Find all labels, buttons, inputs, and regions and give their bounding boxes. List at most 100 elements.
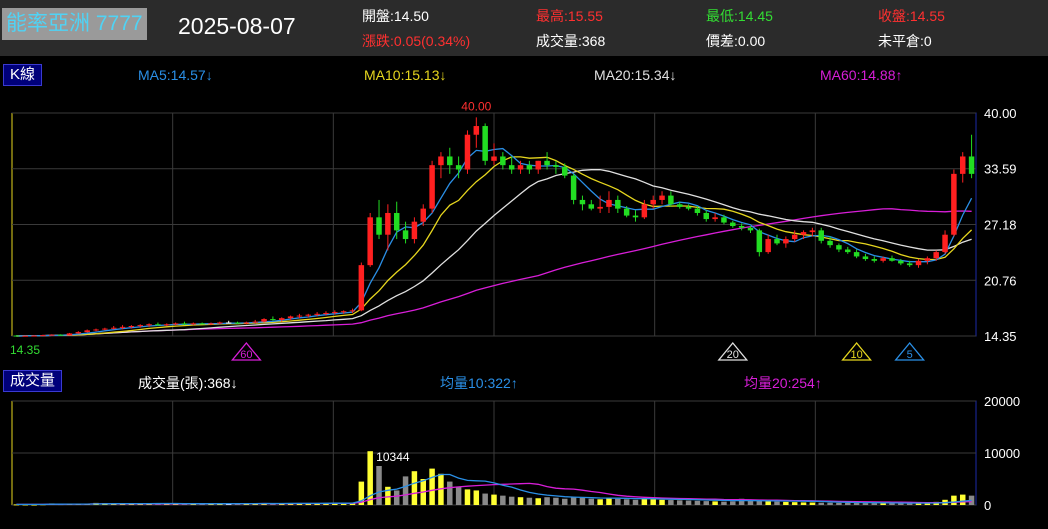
candle-body (217, 322, 223, 324)
candle-body (208, 323, 214, 325)
candle-body (765, 239, 771, 253)
volume-bar (500, 495, 506, 505)
volume-bar (783, 501, 789, 505)
candle-body (641, 204, 648, 218)
candle-body (473, 126, 480, 135)
candle-body (411, 221, 418, 240)
candle-body (668, 195, 674, 205)
candle-body (535, 160, 541, 170)
volume-bar (615, 498, 621, 505)
candle-body (783, 239, 789, 244)
candle-body (225, 322, 232, 324)
candle-body (93, 329, 99, 331)
volume-bar (447, 481, 453, 505)
volume-bar (659, 499, 665, 505)
candle-body (623, 208, 630, 216)
candle-body (880, 258, 886, 261)
volume-bar (853, 503, 860, 505)
chart-grid (11, 112, 977, 506)
stock-chart[interactable]: 40.00 33.59 27.18 20.76 14.35 20000 10000 0 60… (0, 0, 1048, 529)
candle-body (809, 230, 816, 233)
volume-bar (676, 500, 683, 505)
volume-bar (685, 500, 692, 505)
peak-volume-label: 10344 (376, 450, 410, 464)
candle-body (40, 335, 46, 337)
volume-bar (836, 502, 842, 505)
price-tick-label: 33.59 (984, 162, 1017, 177)
candle-body (508, 165, 515, 170)
candle-body (959, 156, 966, 174)
volume-bar (800, 502, 807, 505)
volume-bar (623, 499, 630, 505)
volume-bar (597, 499, 603, 505)
candle-body (898, 260, 904, 264)
candle-body (199, 323, 205, 325)
candle-body (721, 217, 727, 223)
candle-body (447, 156, 453, 166)
candle-body (862, 256, 869, 260)
ma-markers: 60 20 10 5 (230, 341, 926, 361)
candle-body (155, 324, 161, 326)
volume-bar (809, 502, 816, 505)
candle-body (906, 263, 913, 266)
candle-body (234, 322, 241, 324)
candle-body (84, 330, 90, 333)
volume-bar (402, 476, 409, 505)
volume-bar (482, 493, 488, 505)
candle-body (570, 175, 577, 200)
candle-body (172, 323, 179, 325)
candle-body (791, 234, 798, 240)
volume-bar (606, 498, 612, 505)
volume-bar (570, 497, 577, 505)
volume-bar (517, 497, 524, 505)
volume-bar (429, 468, 435, 505)
candle-body (606, 199, 612, 207)
candle-body (287, 316, 294, 319)
candle-body (597, 206, 603, 209)
candle-body (517, 165, 524, 170)
volume-bar (862, 503, 869, 505)
candle-body (500, 156, 506, 166)
candle-body (685, 206, 692, 209)
volume-bar (579, 497, 586, 505)
volume-bar (526, 497, 533, 505)
candle-body (420, 208, 426, 222)
candle-body (296, 315, 303, 317)
volume-bar (765, 501, 771, 505)
candle-body (102, 328, 108, 330)
volume-bar (393, 490, 400, 505)
candle-body (49, 334, 55, 336)
volume-bar (376, 466, 382, 505)
volume-bar (464, 489, 471, 505)
candle-body (119, 326, 126, 328)
ma10-marker-label: 10 (850, 349, 862, 361)
candle-body (951, 173, 957, 235)
volume-bar (650, 499, 656, 505)
candle-body (889, 258, 895, 261)
volume-bar (508, 496, 515, 505)
candle-body (137, 325, 143, 327)
candle-body (75, 332, 82, 334)
candle-body (915, 260, 922, 266)
candle-body (349, 310, 356, 312)
candle-body (22, 335, 29, 337)
candle-body (968, 156, 975, 174)
candle-body (146, 324, 152, 326)
volume-tick-label: 0 (984, 498, 991, 513)
candle-body (562, 166, 568, 176)
candle-body (853, 252, 860, 257)
price-tick-label: 27.18 (984, 217, 1017, 232)
volume-axis: 20000 10000 0 (12, 394, 1020, 513)
volume-bar (845, 502, 851, 505)
candle-body (110, 327, 117, 329)
candle-body (491, 156, 497, 161)
price-tick-label: 40.00 (984, 106, 1017, 121)
candle-body (747, 227, 754, 231)
candle-body (845, 249, 851, 253)
candle-body (376, 217, 382, 235)
candle-body (270, 319, 276, 321)
candle-body (57, 334, 64, 336)
candle-body (703, 212, 709, 220)
candle-body (827, 240, 833, 246)
candle-body (66, 333, 73, 336)
